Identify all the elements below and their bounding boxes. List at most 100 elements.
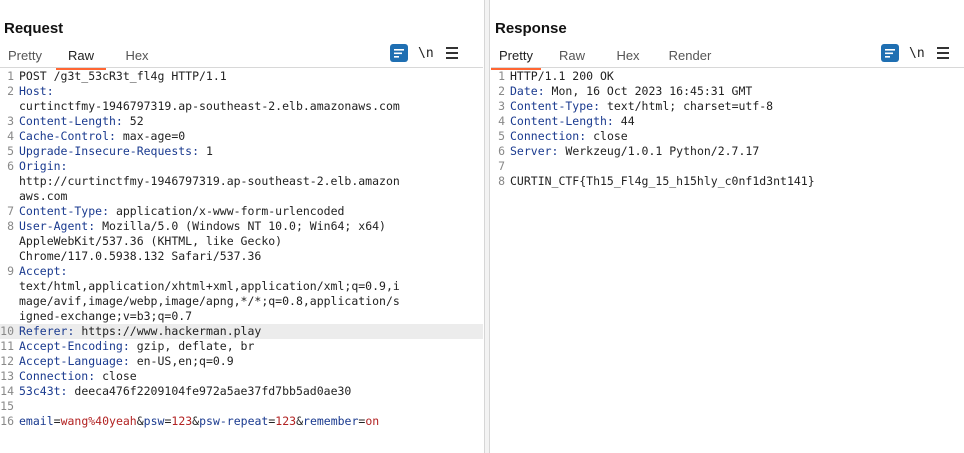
tab-render[interactable]: Render xyxy=(659,44,721,68)
line-number: 3 xyxy=(7,114,14,128)
code-line[interactable]: 1 POST /g3t_53cR3t_fl4g HTTP/1.1 xyxy=(0,69,483,84)
word-wrap-icon[interactable] xyxy=(881,44,899,62)
code-line[interactable]: 4 Cache-Control: max-age=0 xyxy=(0,129,483,144)
pane-divider[interactable] xyxy=(484,0,490,453)
tabbar-divider xyxy=(491,67,964,68)
text-segment: 1 xyxy=(199,144,213,158)
request-title: Request xyxy=(4,20,64,37)
code-line[interactable]: 5 Upgrade-Insecure-Requests: 1 xyxy=(0,144,483,159)
line-text: http://curtinctfmy-1946797319.ap-southea… xyxy=(19,174,400,189)
tab-hex[interactable]: Hex xyxy=(603,44,653,68)
header-name: Referer: xyxy=(19,324,75,338)
line-number xyxy=(0,99,19,114)
line-text: Connection: close xyxy=(510,129,628,144)
line-number xyxy=(0,234,19,249)
text-segment: & xyxy=(296,414,304,428)
text-segment: https://www.hackerman.play xyxy=(74,324,262,338)
code-line[interactable]: 6 Server: Werkzeug/1.0.1 Python/2.7.17 xyxy=(491,144,964,159)
code-line[interactable]: mage/avif,image/webp,image/apng,*/*;q=0.… xyxy=(0,294,483,309)
code-line[interactable]: aws.com xyxy=(0,189,483,204)
line-number: 6 xyxy=(7,159,14,173)
code-line[interactable]: Chrome/117.0.5938.132 Safari/537.36 xyxy=(0,249,483,264)
text-segment: 52 xyxy=(122,114,144,128)
text-segment: igned-exchange;v=b3;q=0.7 xyxy=(19,309,193,323)
line-number: 12 xyxy=(0,354,14,368)
line-text: mage/avif,image/webp,image/apng,*/*;q=0.… xyxy=(19,294,400,309)
line-text xyxy=(510,159,517,174)
tabbar-divider xyxy=(0,67,483,68)
text-segment: http://curtinctfmy-1946797319.ap-southea… xyxy=(19,174,400,188)
line-number: 8 xyxy=(7,219,14,233)
code-line[interactable]: 8 CURTIN_CTF{Th15_Fl4g_15_h15hly_c0nf1d3n… xyxy=(491,174,964,189)
menu-icon[interactable] xyxy=(445,47,458,59)
line-number: 15 xyxy=(0,399,14,413)
code-line[interactable]: 14 53c43t: deeca476f2209104fe972a5ae37fd7… xyxy=(0,384,483,399)
text-segment: = xyxy=(53,414,61,428)
menu-icon[interactable] xyxy=(936,47,949,59)
code-line[interactable]: igned-exchange;v=b3;q=0.7 xyxy=(0,309,483,324)
line-text: Upgrade-Insecure-Requests: 1 xyxy=(19,144,213,159)
code-line[interactable]: 8 User-Agent: Mozilla/5.0 (Windows NT 10.… xyxy=(0,219,483,234)
header-name: Accept: xyxy=(19,264,68,278)
code-line[interactable]: curtinctfmy-1946797319.ap-southeast-2.el… xyxy=(0,99,483,114)
code-line[interactable]: 12 Accept-Language: en-US,en;q=0.9 xyxy=(0,354,483,369)
tab-pretty[interactable]: Pretty xyxy=(0,44,50,68)
header-name: Content-Length: xyxy=(19,114,123,128)
code-line[interactable]: 13 Connection: close xyxy=(0,369,483,384)
code-line[interactable]: http://curtinctfmy-1946797319.ap-southea… xyxy=(0,174,483,189)
code-line[interactable]: 11 Accept-Encoding: gzip, deflate, br xyxy=(0,339,483,354)
text-segment: close xyxy=(95,369,137,383)
text-segment: max-age=0 xyxy=(115,129,186,143)
line-number: 4 xyxy=(7,129,14,143)
line-text: Server: Werkzeug/1.0.1 Python/2.7.17 xyxy=(510,144,759,159)
tab-raw[interactable]: Raw xyxy=(547,44,597,68)
line-text: Content-Length: 44 xyxy=(510,114,635,129)
code-line[interactable]: 6 Origin: xyxy=(0,159,483,174)
code-line[interactable]: 4 Content-Length: 44 xyxy=(491,114,964,129)
header-name: Date: xyxy=(510,84,545,98)
line-text: Cache-Control: max-age=0 xyxy=(19,129,185,144)
param-value: 123 xyxy=(275,414,297,428)
code-line[interactable]: 1 HTTP/1.1 200 OK xyxy=(491,69,964,84)
line-number xyxy=(0,309,19,324)
response-editor[interactable]: 1 HTTP/1.1 200 OK 2 Date: Mon, 16 Oct 2023 … xyxy=(491,69,964,453)
show-newlines-button[interactable]: \n xyxy=(418,46,434,61)
code-line[interactable]: 2 Host: xyxy=(0,84,483,99)
line-text: email=wang%40yeah&psw=123&psw-repeat=123… xyxy=(19,414,379,429)
param-name: psw xyxy=(143,414,165,428)
header-name: Server: xyxy=(510,144,559,158)
code-line[interactable]: 3 Content-Length: 52 xyxy=(0,114,483,129)
code-line[interactable]: 16 email=wang%40yeah&psw=123&psw-repeat=1… xyxy=(0,414,483,429)
text-segment: POST /g3t_53cR3t_fl4g HTTP/1.1 xyxy=(19,69,227,83)
code-line[interactable]: 15 xyxy=(0,399,483,414)
code-line[interactable]: 9 Accept: xyxy=(0,264,483,279)
line-number: 7 xyxy=(498,159,505,173)
code-line[interactable]: 5 Connection: close xyxy=(491,129,964,144)
line-text: Date: Mon, 16 Oct 2023 16:45:31 GMT xyxy=(510,84,752,99)
text-segment: aws.com xyxy=(19,189,68,203)
text-segment: text/html,application/xhtml+xml,applicat… xyxy=(19,279,400,293)
word-wrap-icon[interactable] xyxy=(390,44,408,62)
code-line[interactable]: 10 Referer: https://www.hackerman.play xyxy=(0,324,483,339)
show-newlines-button[interactable]: \n xyxy=(909,46,925,61)
line-text: HTTP/1.1 200 OK xyxy=(510,69,614,84)
request-editor[interactable]: 1 POST /g3t_53cR3t_fl4g HTTP/1.1 2 Host: cur… xyxy=(0,69,483,453)
header-name: Connection: xyxy=(19,369,96,383)
line-text: AppleWebKit/537.36 (KHTML, like Gecko) xyxy=(19,234,282,249)
header-name: Content-Length: xyxy=(510,114,614,128)
line-number: 2 xyxy=(498,84,505,98)
code-line[interactable]: AppleWebKit/537.36 (KHTML, like Gecko) xyxy=(0,234,483,249)
code-line[interactable]: 7 Content-Type: application/x-www-form-ur… xyxy=(0,204,483,219)
code-line[interactable]: text/html,application/xhtml+xml,applicat… xyxy=(0,279,483,294)
param-value: wang%40yeah xyxy=(60,414,137,428)
code-line[interactable]: 3 Content-Type: text/html; charset=utf-8 xyxy=(491,99,964,114)
tab-hex[interactable]: Hex xyxy=(112,44,162,68)
param-name: remember xyxy=(303,414,359,428)
code-line[interactable]: 7 xyxy=(491,159,964,174)
response-tools: \n xyxy=(881,44,949,62)
text-segment: AppleWebKit/537.36 (KHTML, like Gecko) xyxy=(19,234,283,248)
code-line[interactable]: 2 Date: Mon, 16 Oct 2023 16:45:31 GMT xyxy=(491,84,964,99)
text-segment: mage/avif,image/webp,image/apng,*/*;q=0.… xyxy=(19,294,400,308)
header-name: Connection: xyxy=(510,129,587,143)
text-segment: Mon, 16 Oct 2023 16:45:31 GMT xyxy=(544,84,753,98)
